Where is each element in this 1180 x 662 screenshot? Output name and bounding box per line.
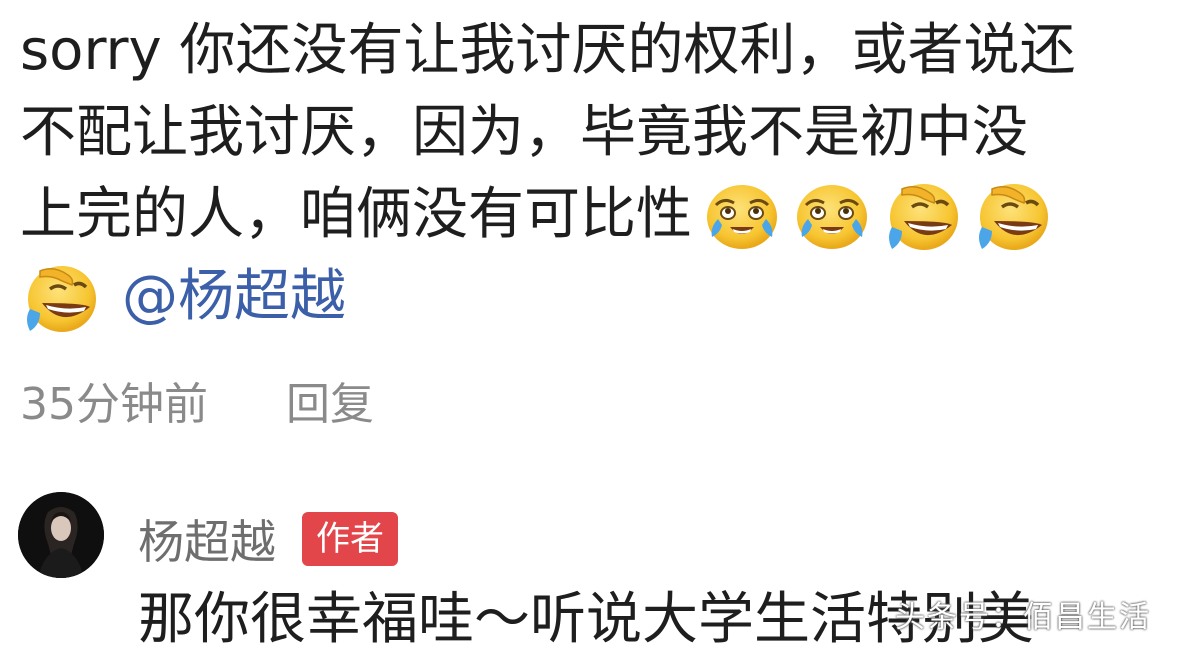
comment-meta: 35分钟前 回复 <box>20 375 374 435</box>
author-badge: 作者 <box>302 512 398 566</box>
rolling-laugh-icon <box>979 184 1048 250</box>
comment-line-2: 不配让我讨厌，因为，毕竟我不是初中没 <box>20 92 1170 174</box>
avatar[interactable] <box>18 492 104 578</box>
reply-header: 杨超越 作者 <box>138 506 398 572</box>
comment-text-line-3: 上完的人，咱俩没有可比性 <box>20 182 692 247</box>
rolling-laugh-icon <box>27 266 96 332</box>
avatar-portrait-icon <box>18 492 104 578</box>
comment-line-1: sorry 你还没有让我讨厌的权利，或者说还 <box>20 10 1170 92</box>
comment-text-line-2: 不配让我讨厌，因为，毕竟我不是初中没 <box>20 100 1028 165</box>
comment-line-4: @杨超越 <box>20 256 1170 338</box>
watermark: 头条号：佰昌生活 <box>895 600 1151 635</box>
mention-link[interactable]: @杨超越 <box>122 256 346 338</box>
reply-button[interactable]: 回复 <box>286 375 374 435</box>
tears-of-joy-icon <box>707 185 777 249</box>
comment-text-line-1: sorry 你还没有让我讨厌的权利，或者说还 <box>20 18 1076 83</box>
tears-of-joy-icon <box>797 185 867 249</box>
comment-timestamp: 35分钟前 <box>20 379 208 430</box>
comment-body: sorry 你还没有让我讨厌的权利，或者说还 不配让我讨厌，因为，毕竟我不是初中… <box>20 10 1170 338</box>
rolling-laugh-icon <box>889 184 958 250</box>
comment-line-3: 上完的人，咱俩没有可比性 <box>20 174 1170 256</box>
reply-author-name[interactable]: 杨超越 <box>138 506 276 572</box>
